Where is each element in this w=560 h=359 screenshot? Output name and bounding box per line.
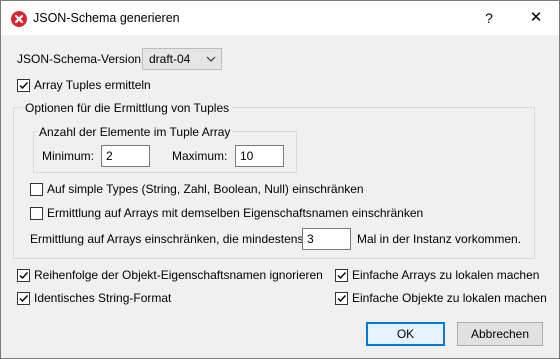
ignore-order-checkbox[interactable] bbox=[17, 269, 30, 282]
min-occurrence-label-before: Ermittlung auf Arrays einschränken, die … bbox=[30, 232, 304, 246]
min-occurrence-input[interactable]: 3 bbox=[302, 228, 351, 250]
simple-types-checkbox[interactable] bbox=[30, 183, 43, 196]
simple-arrays-local-label: Einfache Arrays zu lokalen machen bbox=[352, 268, 540, 282]
help-button[interactable]: ? bbox=[475, 5, 503, 31]
simple-arrays-local-checkbox[interactable] bbox=[335, 269, 348, 282]
chevron-down-icon bbox=[206, 53, 216, 67]
maximum-label: Maximum: bbox=[172, 149, 228, 163]
same-property-names-checkbox[interactable] bbox=[30, 207, 43, 220]
ok-button[interactable]: OK bbox=[366, 322, 445, 346]
min-occurrence-label-after: Mal in der Instanz vorkommen. bbox=[357, 232, 522, 246]
maximum-input[interactable]: 10 bbox=[235, 145, 284, 167]
array-tuples-label: Array Tuples ermitteln bbox=[34, 78, 151, 92]
same-property-names-label: Ermittlung auf Arrays mit demselben Eige… bbox=[47, 206, 424, 220]
cancel-button[interactable]: Abbrechen bbox=[457, 322, 543, 346]
simple-types-label: Auf simple Types (String, Zahl, Boolean,… bbox=[47, 182, 364, 196]
altova-x-icon bbox=[11, 11, 27, 27]
close-button[interactable]: ✕ bbox=[522, 5, 550, 31]
schema-version-value: draft-04 bbox=[149, 52, 191, 66]
array-tuples-checkbox[interactable] bbox=[17, 79, 30, 92]
minimum-input[interactable]: 2 bbox=[101, 145, 150, 167]
tuple-options-title: Optionen für die Ermittlung von Tuples bbox=[23, 101, 232, 115]
identical-string-checkbox[interactable] bbox=[17, 292, 30, 305]
element-count-title: Anzahl der Elemente im Tuple Array bbox=[37, 125, 233, 139]
simple-objects-local-checkbox[interactable] bbox=[335, 292, 348, 305]
identical-string-label: Identisches String-Format bbox=[34, 291, 172, 305]
dialog-title: JSON-Schema generieren bbox=[33, 11, 180, 25]
ignore-order-label: Reihenfolge der Objekt-Eigenschaftsnamen… bbox=[34, 268, 323, 282]
simple-objects-local-label: Einfache Objekte zu lokalen machen bbox=[352, 291, 547, 305]
schema-version-select[interactable]: draft-04 bbox=[142, 48, 222, 70]
schema-version-label: JSON-Schema-Version: bbox=[17, 52, 145, 66]
json-schema-dialog: JSON-Schema generieren ? ✕ JSON-Schema-V… bbox=[0, 0, 560, 359]
minimum-label: Minimum: bbox=[42, 149, 95, 163]
title-bar: JSON-Schema generieren ? ✕ bbox=[1, 1, 559, 35]
